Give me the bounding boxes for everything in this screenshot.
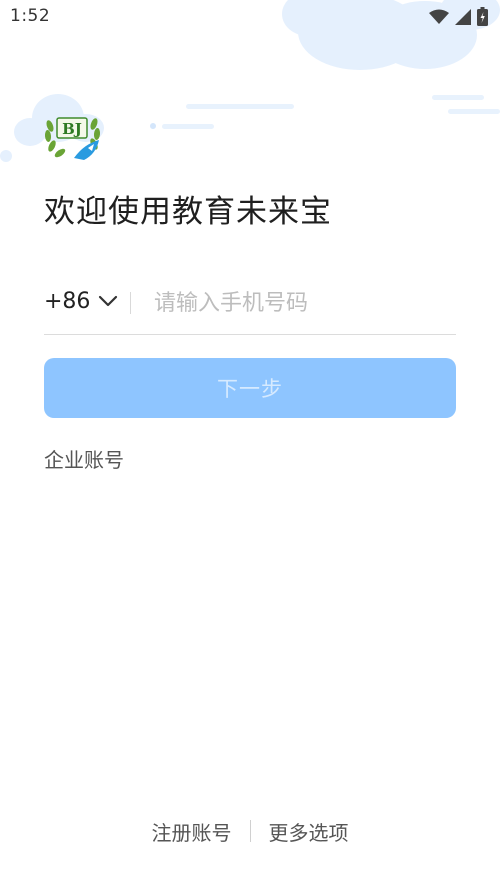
more-options-link[interactable]: 更多选项	[251, 817, 367, 846]
register-account-link[interactable]: 注册账号	[134, 817, 250, 846]
next-step-button[interactable]: 下一步	[44, 358, 456, 418]
chevron-down-icon[interactable]	[98, 294, 118, 308]
login-screen: 1:52 BJ 欢迎使用教育未来宝 +86 请输入手机号码 下一步 企业账号 注…	[0, 0, 500, 888]
wifi-icon	[429, 9, 449, 24]
country-code-divider	[130, 292, 131, 314]
app-logo: BJ	[44, 117, 101, 160]
welcome-title: 欢迎使用教育未来宝	[44, 194, 332, 230]
svg-text:BJ: BJ	[62, 120, 82, 138]
status-time: 1:52	[10, 6, 51, 26]
battery-icon	[477, 7, 488, 26]
phone-number-input[interactable]	[140, 280, 456, 326]
footer-links: 注册账号 更多选项	[0, 814, 500, 848]
phone-input-row: +86	[44, 280, 456, 335]
status-bar: 1:52	[0, 0, 500, 34]
enterprise-account-link[interactable]: 企业账号	[44, 444, 124, 473]
country-code-selector[interactable]: +86	[44, 289, 90, 314]
signal-icon	[455, 8, 471, 25]
